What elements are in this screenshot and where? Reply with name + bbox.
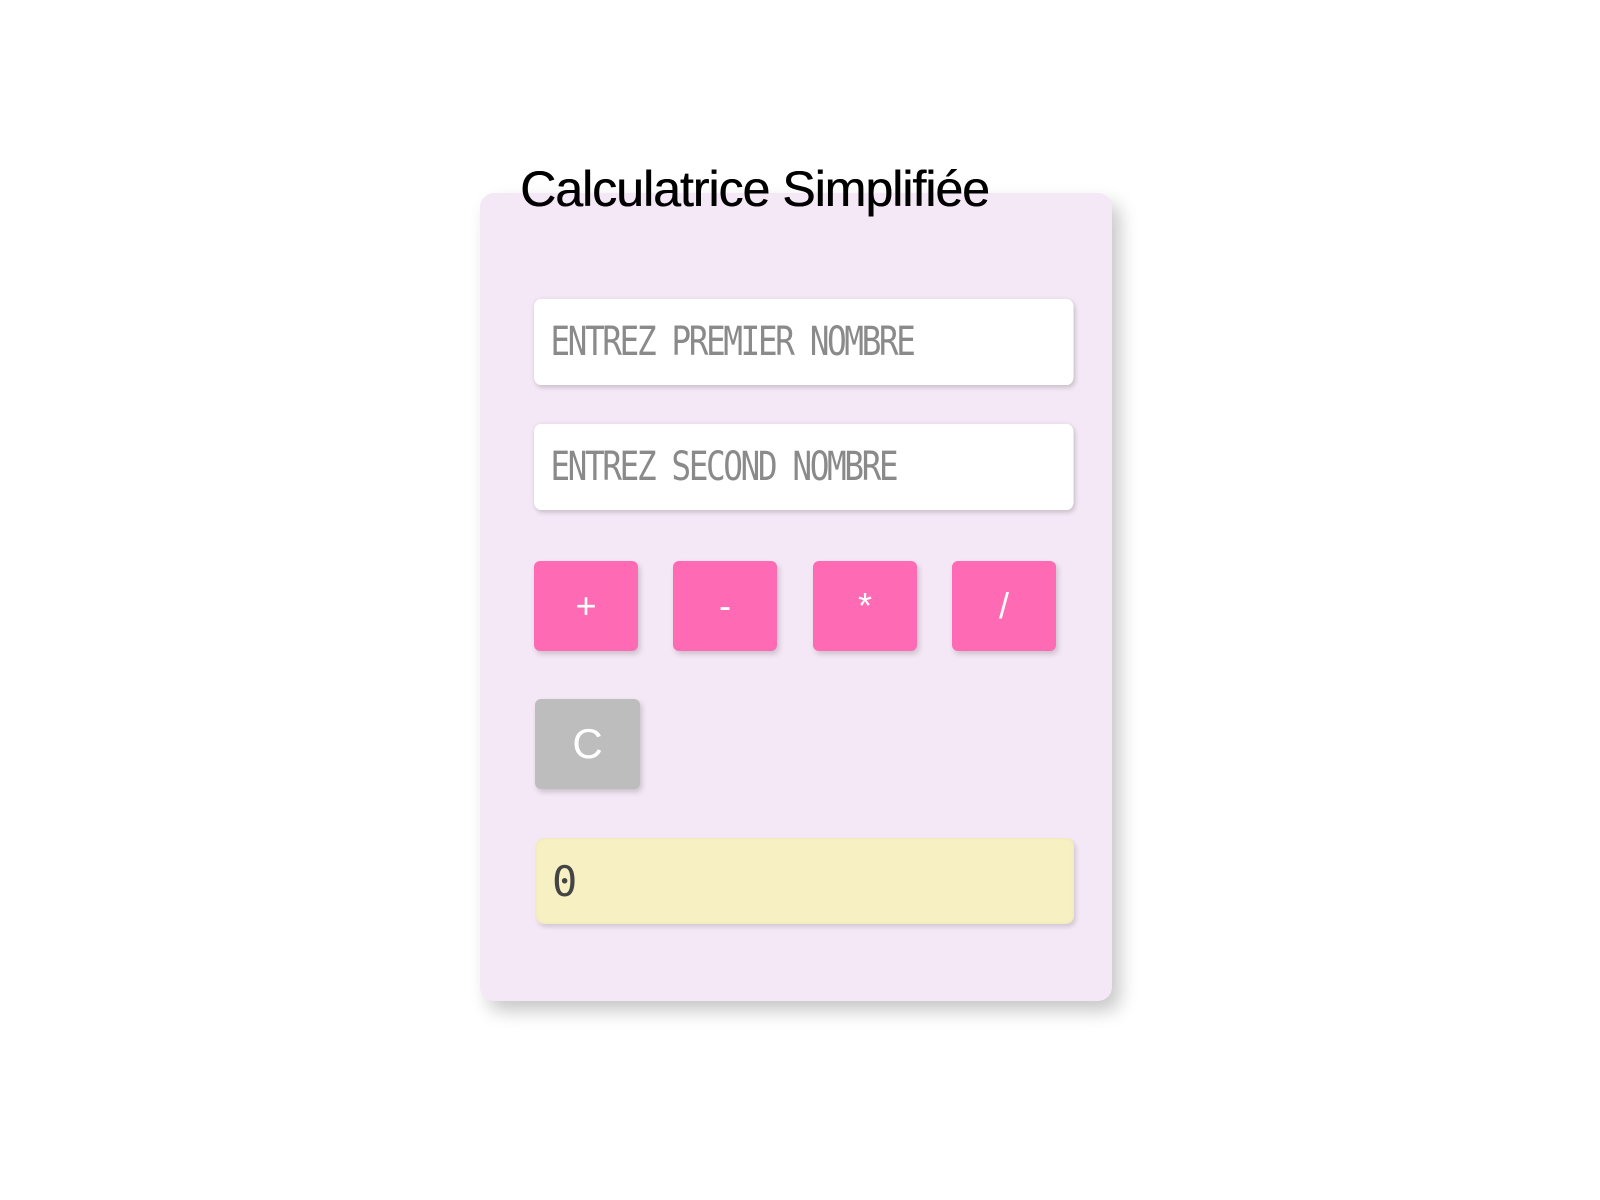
first-number-input[interactable]: ENTREZ PREMIER NOMBRE (534, 299, 1074, 385)
second-number-input[interactable]: ENTREZ SECOND NOMBRE (534, 424, 1074, 510)
add-button[interactable]: + (534, 561, 638, 651)
multiply-button[interactable]: * (813, 561, 917, 651)
clear-button[interactable]: C (535, 699, 640, 789)
result-display: 0 (536, 838, 1074, 924)
page-title: Calculatrice Simplifiée (520, 161, 990, 217)
divide-button[interactable]: / (952, 561, 1056, 651)
first-number-placeholder: ENTREZ PREMIER NOMBRE (550, 319, 916, 365)
second-number-placeholder: ENTREZ SECOND NOMBRE (550, 444, 898, 490)
result-value: 0 (552, 856, 578, 906)
operations-row: + - * / (534, 561, 1056, 651)
calculator-page: Calculatrice Simplifiée ENTREZ PREMIER N… (0, 0, 1600, 1200)
subtract-button[interactable]: - (673, 561, 777, 651)
